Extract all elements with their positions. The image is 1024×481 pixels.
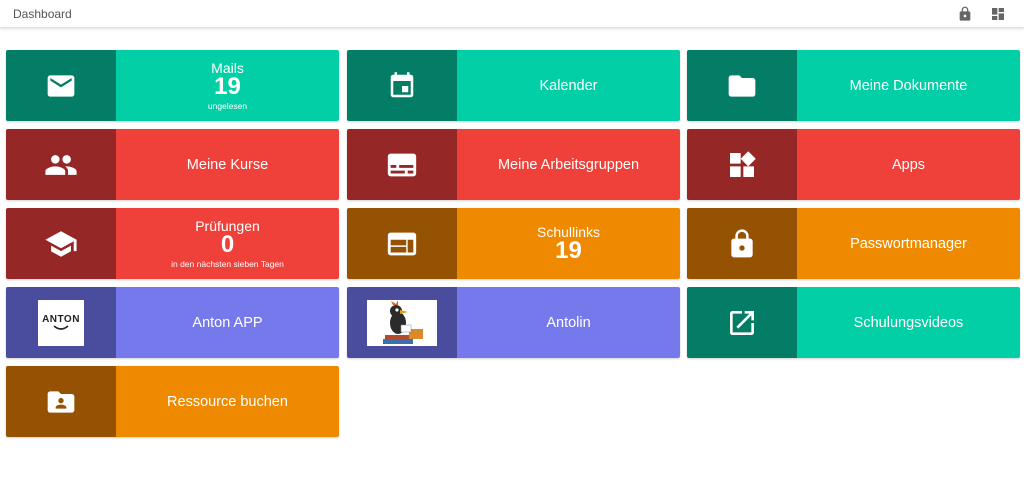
tile-ressource-buchen[interactable]: Ressource buchen bbox=[6, 366, 339, 437]
tile-meine-dokumente[interactable]: Meine Dokumente bbox=[687, 50, 1020, 121]
tile-pruefungen[interactable]: Prüfungen 0 in den nächsten sieben Tagen bbox=[6, 208, 339, 279]
dashboard-layout-icon[interactable] bbox=[990, 6, 1006, 22]
top-bar: Dashboard bbox=[0, 0, 1024, 28]
web-icon bbox=[347, 208, 457, 279]
graduation-cap-icon bbox=[6, 208, 116, 279]
tile-pruefungen-subtitle: in den nächsten sieben Tagen bbox=[171, 258, 284, 269]
tile-dokumente-label: Meine Dokumente bbox=[849, 77, 968, 94]
open-in-new-icon bbox=[687, 287, 797, 358]
tile-passwort-label: Passwortmanager bbox=[850, 235, 967, 252]
tile-mails[interactable]: Mails 19 ungelesen bbox=[6, 50, 339, 121]
tile-anton-app[interactable]: ANTON Anton APP bbox=[6, 287, 339, 358]
tile-mails-subtitle: ungelesen bbox=[207, 100, 248, 111]
lock-icon[interactable] bbox=[957, 6, 973, 22]
tile-ressource-label: Ressource buchen bbox=[167, 393, 288, 410]
tile-meine-kurse[interactable]: Meine Kurse bbox=[6, 129, 339, 200]
tile-antolin-label: Antolin bbox=[546, 314, 591, 331]
tile-schullinks-count: 19 bbox=[555, 237, 582, 264]
mail-icon bbox=[6, 50, 116, 121]
anton-logo-text: ANTON bbox=[42, 314, 80, 325]
tile-pruefungen-count: 0 bbox=[220, 230, 235, 258]
tile-anton-label: Anton APP bbox=[192, 314, 263, 331]
tile-passwortmanager[interactable]: Passwortmanager bbox=[687, 208, 1020, 279]
widgets-icon bbox=[687, 129, 797, 200]
subtitles-card-icon bbox=[347, 129, 457, 200]
tile-mails-count: 19 bbox=[214, 72, 241, 100]
folder-user-icon bbox=[6, 366, 116, 437]
antolin-raven-image bbox=[367, 299, 437, 346]
tile-kalender[interactable]: Kalender bbox=[347, 50, 680, 121]
lock-icon bbox=[687, 208, 797, 279]
tile-meine-arbeitsgruppen[interactable]: Meine Arbeitsgruppen bbox=[347, 129, 680, 200]
tile-videos-label: Schulungsvideos bbox=[853, 314, 964, 331]
calendar-icon bbox=[347, 50, 457, 121]
people-icon bbox=[6, 129, 116, 200]
tile-apps-label: Apps bbox=[891, 156, 926, 173]
tile-arbeitsgruppen-label: Meine Arbeitsgruppen bbox=[497, 156, 640, 173]
tile-kalender-label: Kalender bbox=[539, 77, 598, 94]
folder-icon bbox=[687, 50, 797, 121]
tile-apps[interactable]: Apps bbox=[687, 129, 1020, 200]
tile-schullinks[interactable]: Schullinks 19 bbox=[347, 208, 680, 279]
page-title: Dashboard bbox=[13, 7, 72, 21]
tile-antolin[interactable]: Antolin bbox=[347, 287, 680, 358]
tile-schulungsvideos[interactable]: Schulungsvideos bbox=[687, 287, 1020, 358]
tile-kurse-label: Meine Kurse bbox=[186, 156, 269, 173]
anton-logo: ANTON bbox=[38, 299, 84, 346]
